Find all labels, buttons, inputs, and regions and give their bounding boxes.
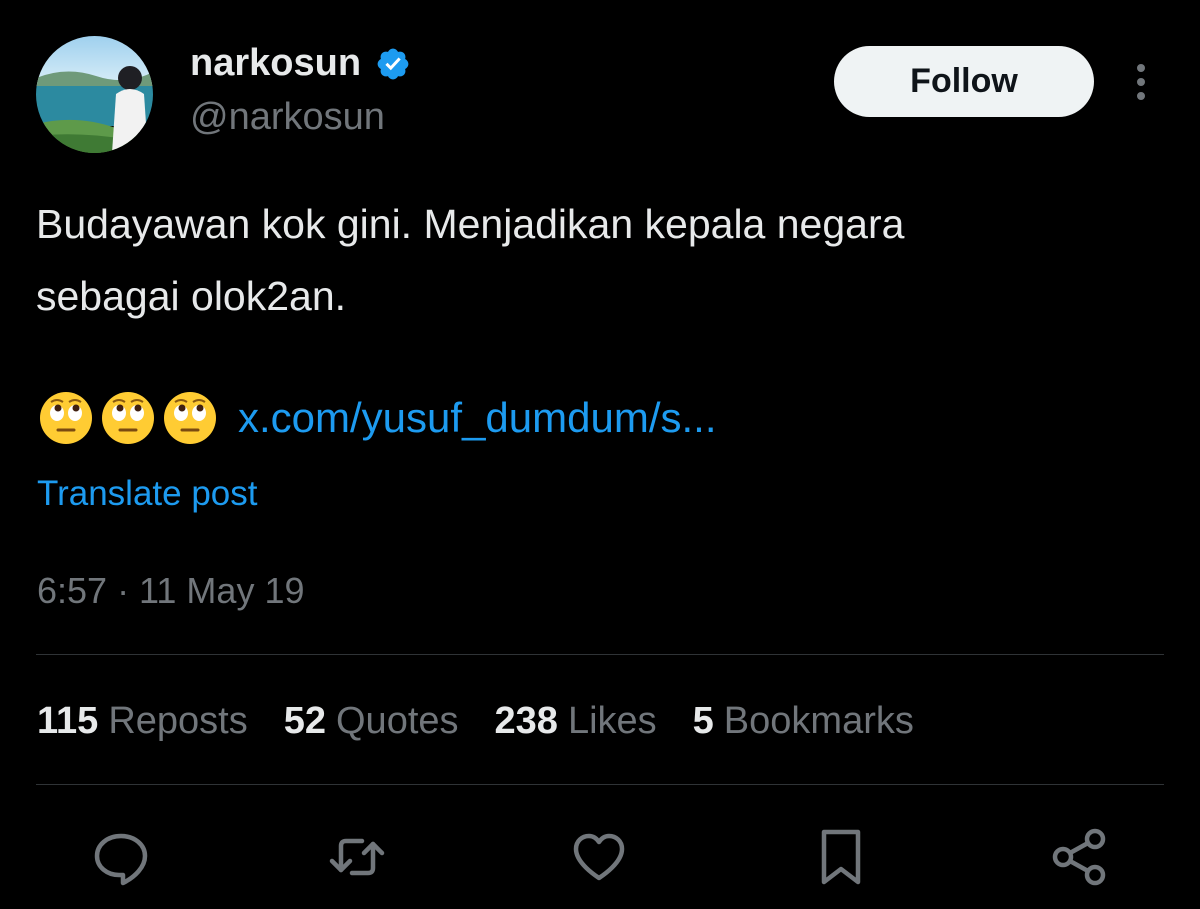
engagement-stats: 115 Reposts 52 Quotes 238 Likes 5 Bookmarks bbox=[37, 700, 914, 743]
avatar[interactable] bbox=[36, 36, 153, 153]
stat-label: Reposts bbox=[108, 700, 248, 742]
more-options-icon[interactable] bbox=[1124, 60, 1158, 104]
share-icon[interactable] bbox=[1050, 826, 1108, 888]
repost-icon[interactable] bbox=[328, 826, 386, 888]
translate-post-link[interactable]: Translate post bbox=[37, 474, 257, 514]
face-with-rolling-eyes-icon bbox=[100, 390, 156, 446]
stat-count: 52 bbox=[283, 700, 326, 742]
reply-icon[interactable] bbox=[92, 826, 150, 888]
stat-likes[interactable]: 238 Likes bbox=[495, 700, 657, 743]
divider bbox=[36, 654, 1164, 655]
author-display-name-row[interactable]: narkosun bbox=[190, 42, 411, 85]
face-with-rolling-eyes-icon bbox=[38, 390, 94, 446]
tweet-text: Budayawan kok gini. Menjadikan kepala ne… bbox=[36, 201, 905, 319]
stat-label: Quotes bbox=[336, 700, 459, 742]
divider bbox=[36, 784, 1164, 785]
stat-bookmarks[interactable]: 5 Bookmarks bbox=[693, 700, 914, 743]
stat-reposts[interactable]: 115 Reposts bbox=[37, 700, 248, 743]
stat-label: Likes bbox=[567, 700, 657, 742]
face-with-rolling-eyes-icon bbox=[162, 390, 218, 446]
stat-label: Bookmarks bbox=[723, 700, 914, 742]
bookmark-icon[interactable] bbox=[812, 826, 870, 888]
stat-quotes[interactable]: 52 Quotes bbox=[284, 700, 459, 743]
tweet-emoji-link-row: x.com/yusuf_dumdum/s... bbox=[38, 390, 717, 446]
verified-badge-icon[interactable] bbox=[375, 46, 411, 82]
stat-count: 238 bbox=[494, 700, 558, 742]
stat-count: 5 bbox=[692, 700, 714, 742]
follow-button[interactable]: Follow bbox=[834, 46, 1094, 117]
author-display-name[interactable]: narkosun bbox=[190, 42, 361, 85]
tweet-link[interactable]: x.com/yusuf_dumdum/s... bbox=[238, 394, 717, 442]
avatar-photo-icon bbox=[36, 36, 153, 153]
like-icon[interactable] bbox=[570, 826, 628, 888]
post-timestamp[interactable]: 6:57 · 11 May 19 bbox=[37, 570, 305, 612]
stat-count: 115 bbox=[37, 700, 99, 742]
author-handle[interactable]: @narkosun bbox=[190, 96, 385, 139]
